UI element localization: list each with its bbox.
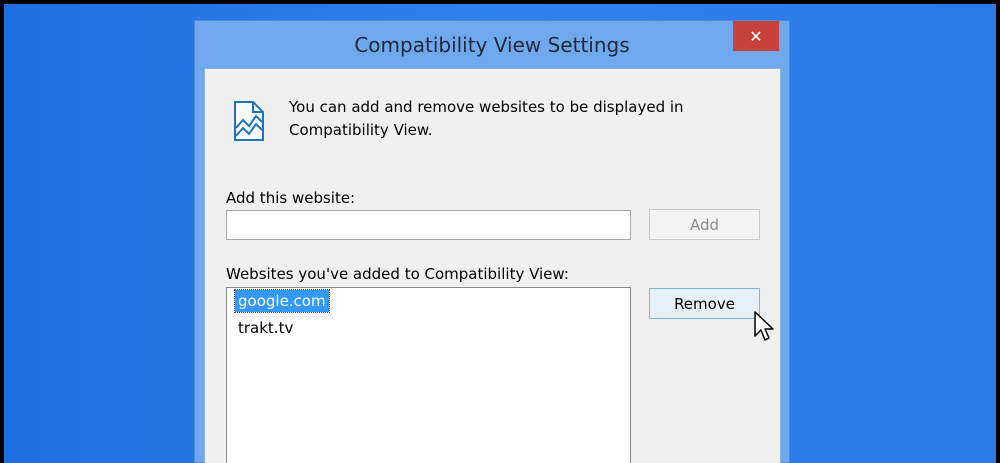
dialog-content: You can add and remove websites to be di… (204, 68, 781, 463)
websites-list[interactable]: google.com trakt.tv (226, 287, 631, 463)
websites-list-label: Websites you've added to Compatibility V… (226, 265, 569, 283)
title-bar[interactable]: Compatibility View Settings ✕ (195, 21, 789, 68)
list-item-trakt[interactable]: trakt.tv (235, 317, 296, 339)
close-button[interactable]: ✕ (733, 21, 779, 51)
dialog-title: Compatibility View Settings (354, 33, 630, 57)
compatibility-view-dialog: Compatibility View Settings ✕ You can ad… (194, 20, 790, 463)
close-icon: ✕ (749, 26, 763, 46)
info-text: You can add and remove websites to be di… (289, 98, 684, 139)
remove-button[interactable]: Remove (649, 288, 760, 319)
add-website-input[interactable] (226, 210, 631, 240)
mouse-cursor-icon (754, 311, 774, 341)
compatibility-page-icon (234, 101, 264, 141)
list-item-google[interactable]: google.com (234, 289, 330, 313)
add-button[interactable]: Add (649, 209, 760, 240)
add-website-label: Add this website: (226, 189, 356, 207)
